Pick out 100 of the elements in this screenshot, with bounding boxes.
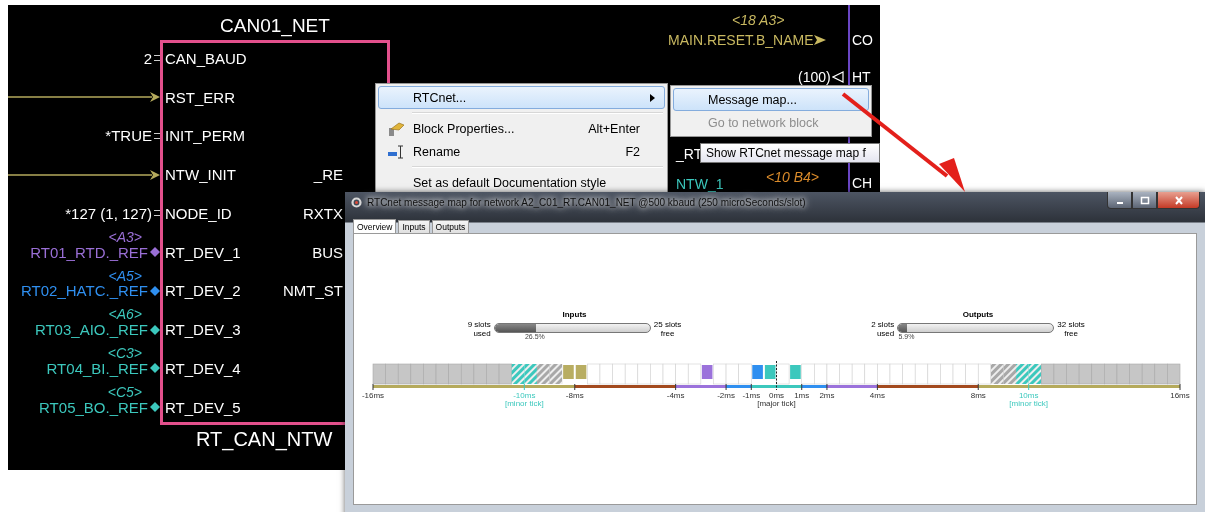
connector-arrow-icon xyxy=(814,35,827,45)
pin-name: RT_DEV_2 xyxy=(165,282,241,300)
time-slot xyxy=(498,363,512,385)
reference-label: RT03_AIO._REF xyxy=(34,321,148,339)
slot-caption: used xyxy=(876,329,895,338)
reference-label: RT04_BI._REF xyxy=(46,359,148,377)
pin-name: RT_DEV_4 xyxy=(165,359,241,377)
time-slot xyxy=(397,363,412,385)
time-slot xyxy=(965,363,979,385)
tick-mark xyxy=(1028,383,1030,391)
tick-mark xyxy=(725,383,727,391)
time-slot xyxy=(1091,363,1105,385)
pin-name: RT_DEV_1 xyxy=(165,243,241,261)
tick-label: -1ms xyxy=(742,391,761,400)
shortcut-label: Alt+Enter xyxy=(587,121,640,136)
time-slot xyxy=(1104,363,1118,385)
pin-name: RXTX xyxy=(303,204,343,222)
tick-mark xyxy=(675,383,677,391)
tick-label: 10ms xyxy=(1018,391,1039,400)
tick-mark xyxy=(977,383,979,391)
time-slot xyxy=(1116,363,1130,385)
pin-name: BUS xyxy=(312,243,343,261)
pin-name: INIT_PERM xyxy=(165,127,245,145)
time-slot xyxy=(1016,364,1029,384)
tab[interactable]: Outputs xyxy=(431,220,470,233)
menu-item[interactable]: Set as default Documentation style xyxy=(378,171,665,194)
time-slot xyxy=(826,363,840,385)
menu-item[interactable]: Rename F2 xyxy=(378,140,665,163)
tick-label: 4ms xyxy=(869,391,885,400)
time-slot xyxy=(725,363,739,385)
time-slot xyxy=(1041,363,1055,385)
pin-value: *TRUE xyxy=(105,127,152,145)
time-slot xyxy=(776,363,790,385)
tick-note: [minor tick] xyxy=(1009,399,1048,408)
time-slot xyxy=(448,363,462,385)
signal-label: CO xyxy=(852,32,873,48)
tick-mark xyxy=(574,383,576,391)
slot-count: 9 slots xyxy=(467,320,491,329)
reference-label: RT01_RTD._REF xyxy=(30,243,148,261)
tick-label: -2ms xyxy=(717,391,735,400)
tick-mark xyxy=(826,383,828,391)
rename-icon xyxy=(388,145,404,158)
menu-item[interactable]: Message map... xyxy=(673,88,869,111)
time-slot xyxy=(801,363,815,385)
menu-item[interactable]: RTCnet... xyxy=(378,86,665,109)
tick-note: [minor tick] xyxy=(505,399,544,408)
slot-count: 25 slots xyxy=(653,320,682,329)
tick-label: 1ms xyxy=(794,391,810,400)
time-slot xyxy=(1141,363,1156,385)
time-slot xyxy=(927,363,941,385)
slot-count: 32 slots xyxy=(1057,320,1085,329)
equals-icon xyxy=(154,132,160,139)
tab[interactable]: Inputs xyxy=(398,220,430,233)
time-slot xyxy=(877,363,891,385)
pin-name: RST_ERR xyxy=(165,88,235,106)
time-slot xyxy=(1078,363,1093,385)
window-icon xyxy=(351,196,362,208)
menu-item[interactable]: Block Properties... Alt+Enter xyxy=(378,117,665,140)
time-slot xyxy=(1003,364,1017,384)
tick-label: 2ms xyxy=(819,391,835,400)
time-slot xyxy=(612,363,626,385)
time-slot xyxy=(914,363,929,385)
time-slot xyxy=(624,363,639,385)
maximize-button[interactable] xyxy=(1132,192,1157,209)
reference-tag: <A3> xyxy=(108,229,142,245)
block-title: CAN01_NET xyxy=(219,15,331,37)
pin-name: NMT_ST xyxy=(283,282,343,300)
time-slot xyxy=(637,363,651,385)
time-slot xyxy=(1053,363,1067,385)
time-slot xyxy=(851,363,866,385)
close-button[interactable] xyxy=(1157,192,1200,209)
time-slot xyxy=(599,363,613,385)
tick-label: -16ms xyxy=(361,391,385,400)
tick-label: -10ms xyxy=(513,391,536,400)
reference-label: RT05_BO._REF xyxy=(39,398,148,416)
tick-label: 0ms xyxy=(768,391,785,400)
time-slot xyxy=(839,363,853,385)
tab[interactable]: Overview xyxy=(353,219,397,233)
time-slot xyxy=(952,363,966,385)
signal-label: (100) xyxy=(798,69,831,85)
reference-tag: <18 A3> xyxy=(732,12,785,28)
time-slot xyxy=(524,364,537,384)
minimize-icon xyxy=(1116,201,1123,204)
time-slot xyxy=(473,363,487,385)
minimize-button[interactable] xyxy=(1107,192,1132,209)
signal-label: _RT xyxy=(676,146,703,162)
block-type: RT_CAN_NTW xyxy=(196,427,333,451)
close-icon xyxy=(1174,195,1183,205)
equals-icon xyxy=(154,55,160,62)
time-slot xyxy=(435,363,449,385)
pin-value: *127 (1, 127) xyxy=(65,204,152,222)
tick-mark xyxy=(372,383,374,391)
time-slot xyxy=(687,363,702,385)
tooltip: Show RTCnet message map f xyxy=(700,143,880,163)
reference-tag: <A6> xyxy=(108,307,142,323)
pin-name: CAN_BAUD xyxy=(165,49,247,67)
tick-mark xyxy=(523,383,525,391)
reference-tag: <C5> xyxy=(107,384,142,400)
tick-note: [major tick] xyxy=(757,399,796,408)
pin-name: RT_DEV_5 xyxy=(165,398,241,416)
